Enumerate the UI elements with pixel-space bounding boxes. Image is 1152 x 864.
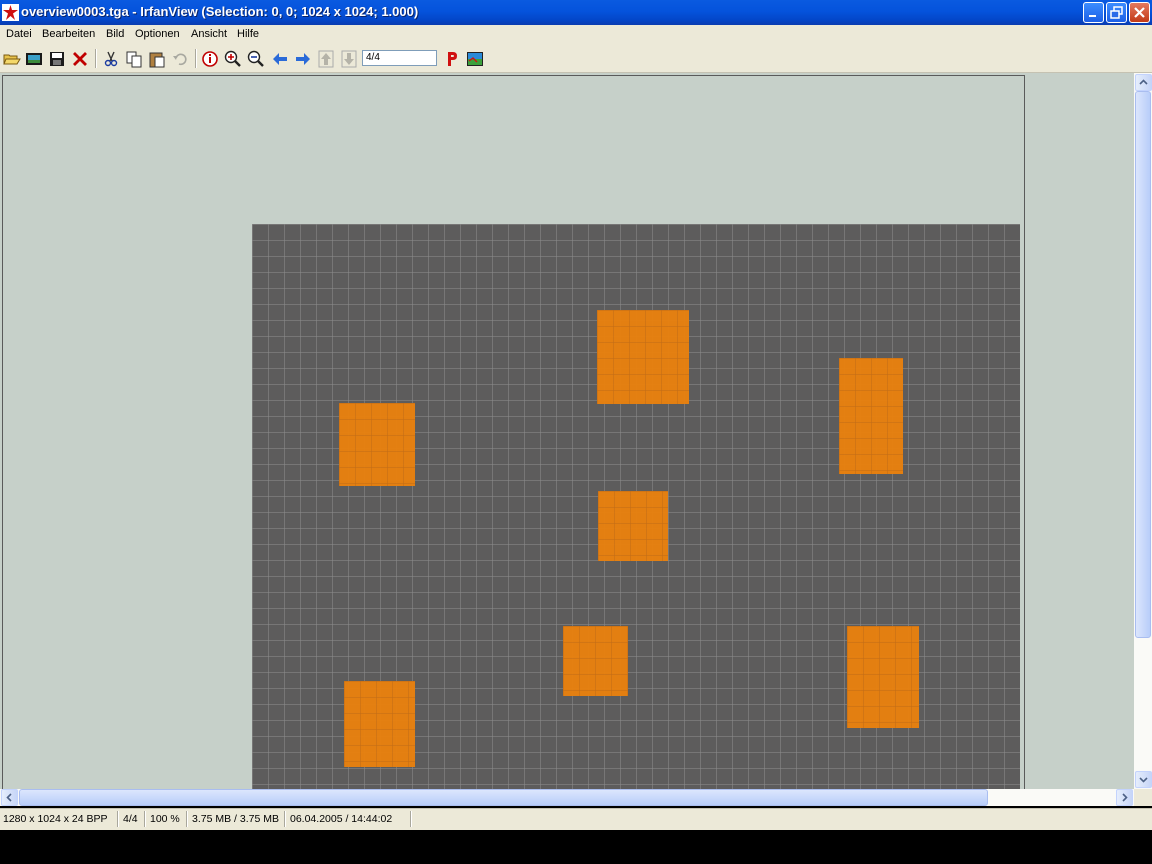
zoom-in-icon[interactable] — [223, 49, 243, 69]
image-viewport[interactable] — [0, 73, 1134, 789]
menu-bearbeiten[interactable]: Bearbeiten — [42, 28, 95, 40]
toolbar: 4/4 — [0, 45, 1152, 73]
close-button[interactable] — [1129, 2, 1150, 23]
slideshow-icon[interactable] — [24, 49, 44, 69]
toolbar-separator — [95, 49, 97, 68]
restore-icon — [1110, 6, 1123, 19]
orange-block — [563, 626, 628, 696]
minimize-button[interactable] — [1083, 2, 1104, 23]
scroll-up-button[interactable] — [1135, 74, 1152, 91]
chevron-up-icon — [1139, 79, 1148, 85]
scroll-left-button[interactable] — [1, 789, 18, 806]
status-zoom: 100 % — [150, 813, 180, 825]
chevron-right-icon — [1122, 793, 1128, 802]
restore-button[interactable] — [1106, 2, 1127, 23]
status-divider — [284, 811, 286, 827]
orange-block — [597, 310, 689, 404]
info-icon[interactable] — [200, 49, 220, 69]
menu-bar: Datei Bearbeiten Bild Optionen Ansicht H… — [0, 25, 1152, 45]
irfanview-logo-icon[interactable] — [465, 49, 485, 69]
status-divider — [410, 811, 412, 827]
menu-datei[interactable]: Datei — [6, 28, 32, 40]
horizontal-scrollbar[interactable] — [0, 789, 1134, 806]
chevron-down-icon — [1139, 777, 1148, 783]
scroll-right-button[interactable] — [1116, 789, 1133, 806]
status-divider — [144, 811, 146, 827]
status-page: 4/4 — [123, 813, 138, 825]
orange-block — [339, 403, 415, 486]
cut-icon[interactable] — [101, 49, 121, 69]
window-title: overview0003.tga - IrfanView (Selection:… — [21, 4, 419, 19]
map-image — [252, 224, 1020, 789]
paste-icon[interactable] — [147, 49, 167, 69]
vertical-scrollbar[interactable] — [1134, 73, 1152, 789]
zoom-out-icon[interactable] — [246, 49, 266, 69]
menu-optionen[interactable]: Optionen — [135, 28, 180, 40]
close-icon — [1134, 7, 1145, 18]
status-divider — [186, 811, 188, 827]
status-file-size: 3.75 MB / 3.75 MB — [192, 813, 279, 825]
menu-bild[interactable]: Bild — [106, 28, 124, 40]
next-icon[interactable] — [293, 49, 313, 69]
status-date: 06.04.2005 / 14:44:02 — [290, 813, 393, 825]
orange-block — [598, 491, 668, 561]
last-page-icon[interactable] — [339, 49, 359, 69]
undo-icon[interactable] — [170, 49, 190, 69]
chevron-left-icon — [6, 793, 12, 802]
minimize-icon — [1089, 15, 1096, 17]
open-icon[interactable] — [2, 49, 22, 69]
previous-icon[interactable] — [270, 49, 290, 69]
orange-block — [847, 626, 919, 728]
delete-icon[interactable] — [70, 49, 90, 69]
page-number-field[interactable]: 4/4 — [362, 50, 437, 66]
status-bar: 1280 x 1024 x 24 BPP 4/4 100 % 3.75 MB /… — [0, 808, 1152, 830]
save-icon[interactable] — [47, 49, 67, 69]
first-page-icon[interactable] — [316, 49, 336, 69]
status-divider — [117, 811, 119, 827]
scrollbar-corner — [1134, 789, 1152, 806]
menu-hilfe[interactable]: Hilfe — [237, 28, 259, 40]
scroll-down-button[interactable] — [1135, 771, 1152, 788]
toolbar-separator — [195, 49, 197, 68]
orange-block — [839, 358, 903, 474]
vertical-scroll-thumb[interactable] — [1135, 91, 1151, 638]
print-icon[interactable] — [442, 49, 462, 69]
status-dimensions: 1280 x 1024 x 24 BPP — [3, 813, 108, 825]
copy-icon[interactable] — [124, 49, 144, 69]
irfanview-app-icon[interactable] — [2, 4, 19, 21]
horizontal-scroll-thumb[interactable] — [19, 789, 988, 806]
title-bar[interactable]: overview0003.tga - IrfanView (Selection:… — [0, 0, 1152, 25]
menu-ansicht[interactable]: Ansicht — [191, 28, 227, 40]
orange-block — [344, 681, 415, 767]
